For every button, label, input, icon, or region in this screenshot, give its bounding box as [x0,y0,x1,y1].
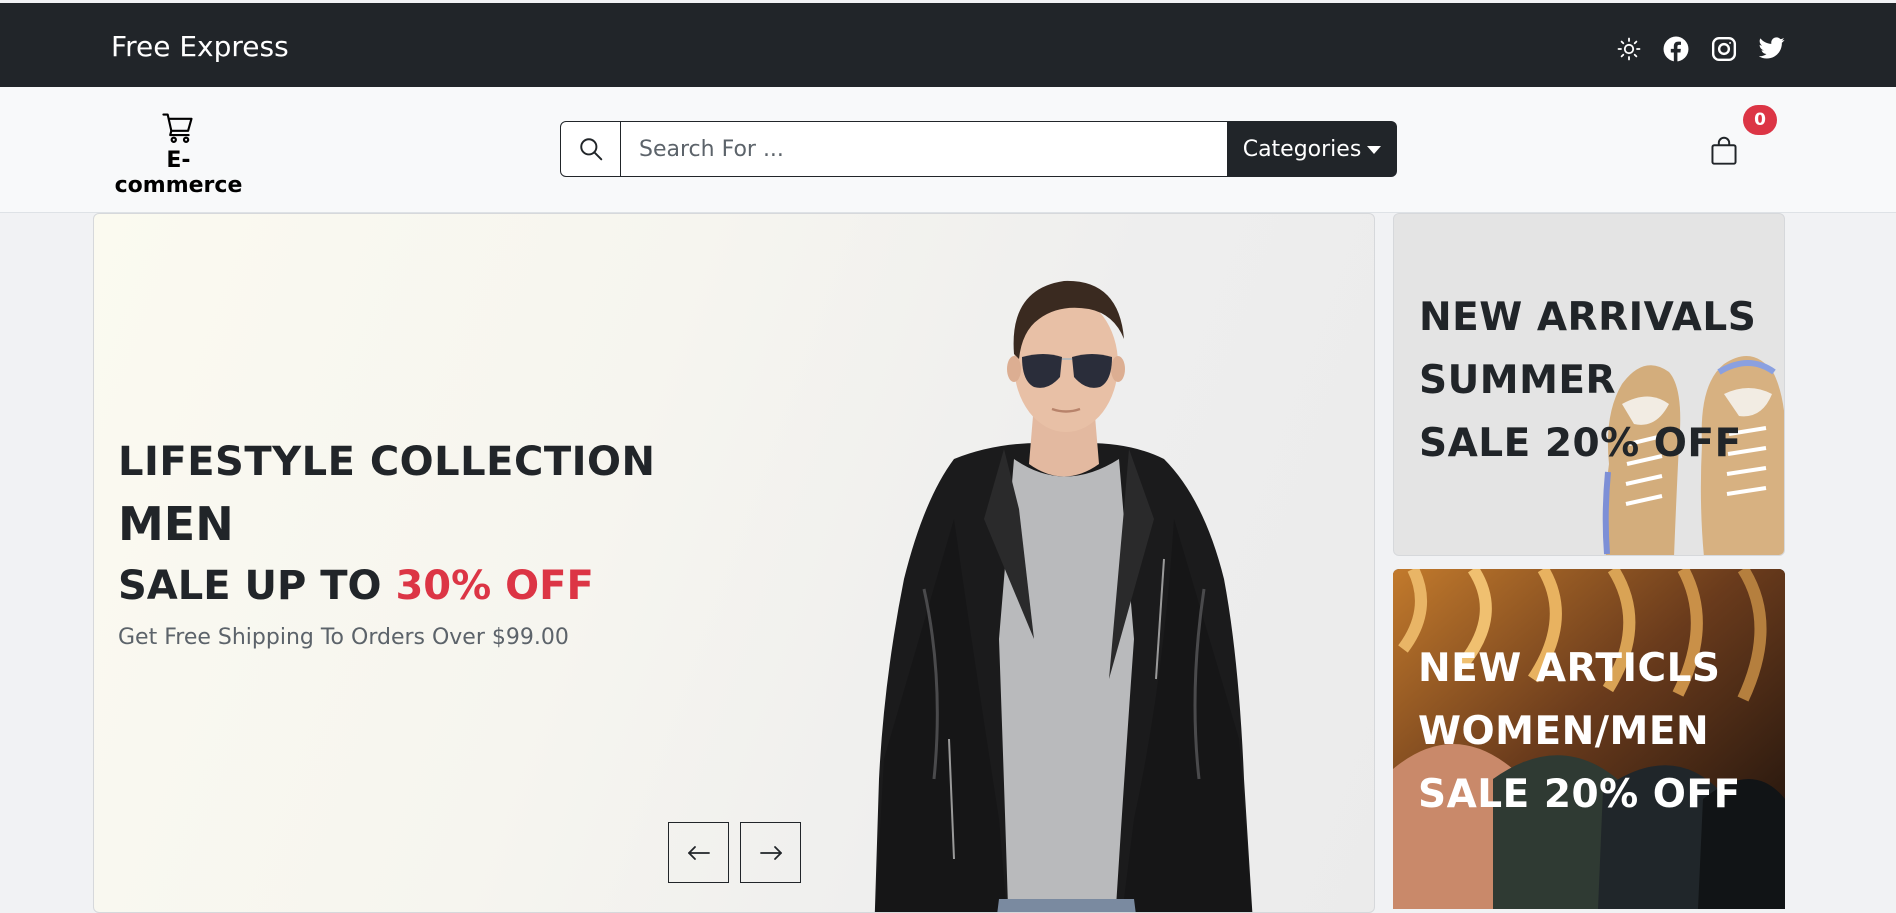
promo-sale: SALE 20% OFF [1418,772,1741,817]
hero-model-image [874,280,1253,912]
categories-dropdown-button[interactable]: Categories [1227,121,1397,177]
categories-label: Categories [1242,136,1362,162]
shopping-bag-icon[interactable] [1710,136,1738,166]
header-bar: E-commerce Categories [0,87,1896,213]
hero-sale-line: SALE UP TO 30% OFF [118,563,655,609]
carousel-prev-button[interactable] [668,822,729,883]
hero-shipping-note: Get Free Shipping To Orders Over $99.00 [118,625,569,650]
site-logo[interactable]: E-commerce [111,112,246,198]
arrow-left-icon [687,845,710,860]
promo-text-new-articles: NEW ARTICLS WOMEN/MEN SALE 20% OFF [1418,637,1741,826]
promo-sale: SALE 20% OFF [1419,421,1742,466]
search-icon [579,138,602,161]
search-button[interactable] [560,121,621,177]
carousel-next-button[interactable] [740,822,801,883]
hero-carousel: LIFESTYLE COLLECTION MEN SALE UP TO 30% … [93,213,1375,913]
brand-name[interactable]: Free Express [111,30,289,63]
sun-icon[interactable] [1616,36,1642,62]
hero-sale-accent: 30% OFF [395,563,594,609]
hero-title: LIFESTYLE COLLECTION [118,439,656,485]
top-bar: Free Express [0,0,1896,87]
promo-subtitle: WOMEN/MEN [1418,709,1710,754]
promo-title: NEW ARTICLS [1418,646,1721,691]
twitter-icon[interactable] [1759,36,1785,62]
search-bar: Categories [560,121,1397,177]
search-input[interactable] [621,121,1227,177]
promo-card-new-arrivals[interactable]: NEW ARRIVALS SUMMER SALE 20% OFF [1393,213,1785,556]
cart-count-badge: 0 [1743,105,1777,135]
hero-text: LIFESTYLE COLLECTION MEN SALE UP TO 30% … [118,439,655,650]
arrow-right-icon [759,845,782,860]
promo-text-new-arrivals: NEW ARRIVALS SUMMER SALE 20% OFF [1419,286,1756,475]
logo-text: E-commerce [114,148,243,198]
promo-title: NEW ARRIVALS [1419,295,1757,340]
caret-down-icon [1367,146,1382,154]
hero-subtitle: MEN [118,497,234,551]
cart-logo-icon [161,113,193,143]
facebook-icon[interactable] [1663,36,1689,62]
promo-card-new-articles[interactable]: NEW ARTICLS WOMEN/MEN SALE 20% OFF [1393,569,1785,909]
instagram-icon[interactable] [1711,36,1737,62]
hero-sale-prefix: SALE UP TO [118,563,396,609]
promo-subtitle: SUMMER [1419,358,1617,403]
